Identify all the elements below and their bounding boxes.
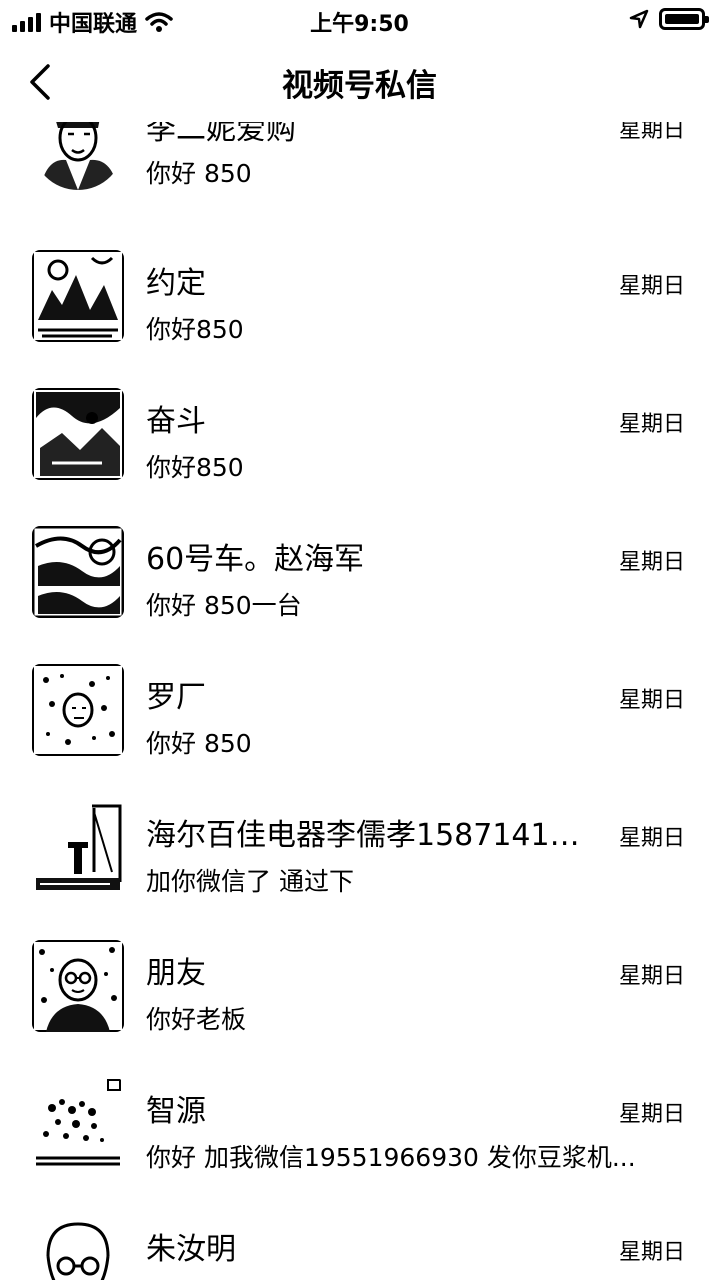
conversation-time: 星期日 — [618, 274, 685, 299]
status-bar: 中国联通 上午9:50 — [0, 0, 719, 40]
conversation-preview: 你好 850 — [146, 159, 252, 188]
conversation-preview: 你好老板 — [146, 1005, 247, 1034]
conversation-row[interactable]: 朱汝明 星期日 — [0, 1206, 719, 1280]
avatar-tree-photo — [32, 1078, 124, 1170]
clock: 上午9:50 — [310, 12, 409, 37]
conversation-list[interactable]: 李二妮爱购 你好 850 星期日 约定 你好850 星期日 奋斗 你好850 星… — [0, 122, 719, 1280]
conversation-row[interactable]: 60号车。赵海军 你好 850一台 星期日 — [0, 516, 719, 654]
conversation-preview: 你好 850 — [146, 729, 252, 758]
avatar-portrait-photo — [32, 122, 124, 190]
avatar-cartoon-face — [32, 1216, 124, 1280]
conversation-row[interactable]: 约定 你好850 星期日 — [0, 240, 719, 378]
conversation-preview: 加你微信了 通过下 — [146, 867, 354, 896]
avatar-people-photo — [32, 526, 124, 618]
conversation-row[interactable]: 海尔百佳电器李儒孝15871416... 加你微信了 通过下 星期日 — [0, 792, 719, 930]
conversation-preview: 你好850 — [146, 315, 244, 344]
conversation-name: 海尔百佳电器李儒孝15871416... — [146, 818, 596, 853]
avatar-landscape-photo — [32, 388, 124, 480]
navigation-bar: 视频号私信 — [0, 40, 719, 122]
avatar-landscape-photo — [32, 250, 124, 342]
conversation-name: 朱汝明 — [146, 1232, 236, 1267]
conversation-row[interactable]: 奋斗 你好850 星期日 — [0, 378, 719, 516]
conversation-time: 星期日 — [618, 964, 685, 989]
conversation-name: 60号车。赵海军 — [146, 542, 365, 577]
conversation-time: 星期日 — [618, 412, 685, 437]
conversation-name: 奋斗 — [146, 404, 206, 439]
conversation-row[interactable]: 李二妮爱购 你好 850 星期日 — [0, 122, 719, 240]
page-title: 视频号私信 — [282, 68, 437, 104]
conversation-row[interactable]: 罗厂 你好 850 星期日 — [0, 654, 719, 792]
conversation-name: 约定 — [146, 266, 206, 301]
location-arrow-icon — [629, 9, 649, 29]
conversation-preview: 你好850 — [146, 453, 244, 482]
conversation-time: 星期日 — [618, 550, 685, 575]
conversation-name: 李二妮爱购 — [146, 122, 296, 147]
conversation-preview: 你好 850一台 — [146, 591, 302, 620]
conversation-time: 星期日 — [618, 1240, 685, 1265]
conversation-time: 星期日 — [618, 688, 685, 713]
conversation-time: 星期日 — [618, 826, 685, 851]
avatar-boat-photo — [32, 802, 124, 894]
avatar-person-with-glasses-photo — [32, 940, 124, 1032]
avatar-texture-photo — [32, 664, 124, 756]
conversation-time: 星期日 — [618, 1102, 685, 1127]
conversation-name: 罗厂 — [146, 680, 206, 715]
conversation-row[interactable]: 朋友 你好老板 星期日 — [0, 930, 719, 1068]
conversation-time: 星期日 — [618, 122, 685, 143]
conversation-name: 朋友 — [146, 956, 206, 991]
conversation-row[interactable]: 智源 你好 加我微信19551966930 发你豆浆机... 星期日 — [0, 1068, 719, 1206]
conversation-name: 智源 — [146, 1094, 206, 1129]
conversation-preview: 你好 加我微信19551966930 发你豆浆机... — [146, 1143, 636, 1172]
battery-icon — [659, 8, 709, 30]
